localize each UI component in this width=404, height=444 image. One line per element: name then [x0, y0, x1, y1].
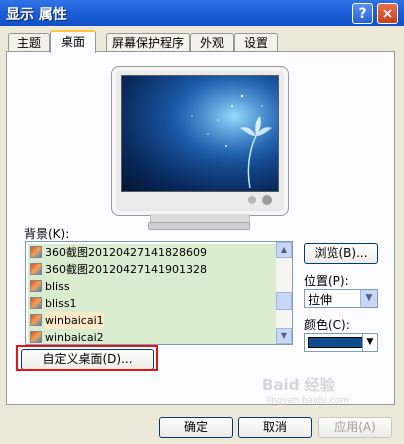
image-file-icon [30, 331, 42, 343]
list-item[interactable]: 360截图20120427141828609 [28, 244, 276, 261]
list-item[interactable]: bliss1 [28, 295, 276, 312]
position-select[interactable]: 拉伸 ▼ [304, 289, 378, 308]
monitor-power-icon [262, 195, 272, 205]
wallpaper-flower-image [122, 76, 278, 191]
tab-themes[interactable]: 主题 [8, 33, 50, 51]
list-item[interactable]: 360截图20120427141901328 [28, 261, 276, 278]
list-scrollbar[interactable]: ▲ ▼ [276, 242, 292, 344]
list-item[interactable]: bliss [28, 278, 276, 295]
ok-button[interactable]: 确定 [159, 417, 233, 438]
watermark-logo: Baid 经验 [262, 376, 335, 394]
close-button[interactable]: × [377, 3, 398, 24]
monitor-base [148, 222, 250, 230]
background-listbox[interactable]: 360截图20120427141828609 360截图201204271419… [25, 241, 293, 345]
scroll-up-arrow-icon[interactable]: ▲ [276, 242, 292, 258]
scroll-thumb[interactable] [276, 292, 292, 310]
tab-settings[interactable]: 设置 [234, 33, 278, 51]
background-label: 背景(K): [24, 227, 70, 241]
chevron-down-icon[interactable]: ▼ [360, 290, 377, 307]
color-picker[interactable]: ▼ [304, 333, 378, 352]
highlight-box [16, 345, 158, 371]
apply-button[interactable]: 应用(A) [318, 417, 392, 438]
tab-screensaver[interactable]: 屏幕保护程序 [106, 33, 190, 51]
list-item[interactable]: winbaicai2 [28, 329, 276, 344]
help-button[interactable]: ? [352, 3, 373, 24]
color-swatch [308, 337, 363, 348]
watermark-url: jingyan.baidu.com [266, 396, 350, 406]
title-bar: 显示 属性 ? × [0, 0, 404, 26]
chevron-down-icon[interactable]: ▼ [362, 334, 377, 351]
browse-button[interactable]: 浏览(B)... [304, 243, 378, 264]
tab-appearance[interactable]: 外观 [190, 33, 234, 51]
image-file-icon [30, 263, 42, 275]
wallpaper-preview [121, 75, 279, 192]
image-file-icon [30, 280, 42, 292]
image-file-icon [30, 297, 42, 309]
image-file-icon [30, 314, 42, 326]
window-title: 显示 属性 [6, 7, 67, 23]
list-item-selected[interactable]: winbaicai1 [28, 312, 276, 329]
tab-desktop[interactable]: 桌面 [50, 30, 96, 53]
cancel-button[interactable]: 取消 [238, 417, 312, 438]
image-file-icon [30, 246, 42, 258]
position-value: 拉伸 [308, 293, 333, 307]
scroll-down-arrow-icon[interactable]: ▼ [276, 328, 292, 344]
position-label: 位置(P): [304, 274, 349, 288]
monitor-led-icon [248, 196, 256, 204]
color-label: 颜色(C): [304, 318, 350, 332]
